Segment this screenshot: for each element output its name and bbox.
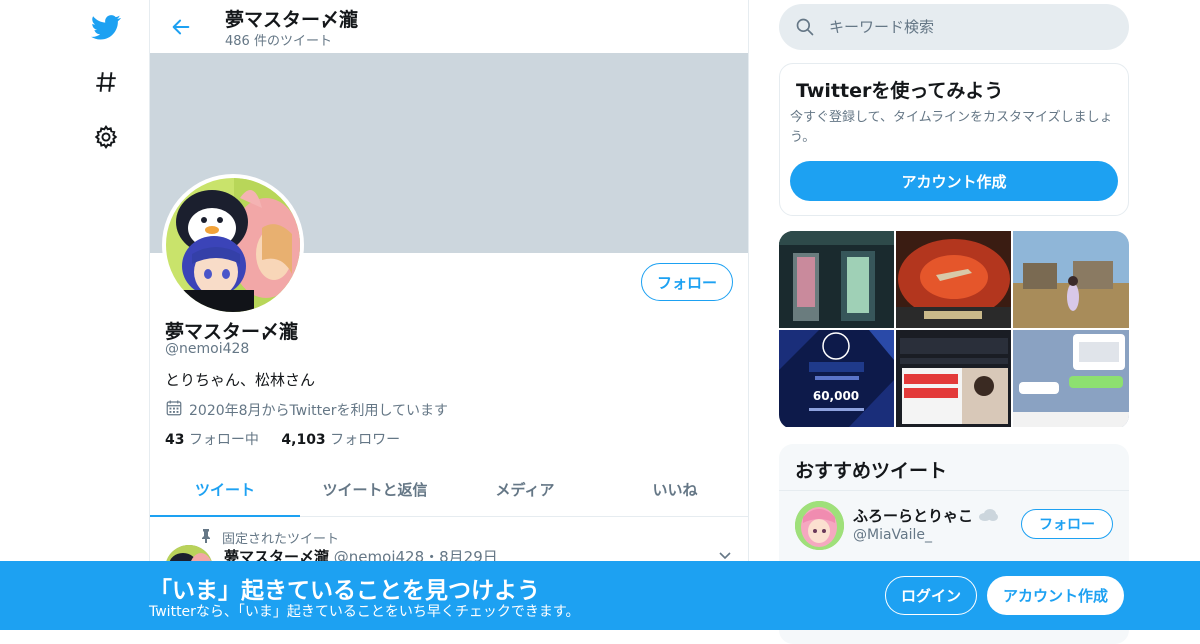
signup-card: Twitterを使ってみよう 今すぐ登録して、タイムラインをカスタマイズしましょ… (779, 63, 1129, 216)
joined-date: 2020年8月からTwitterを利用しています (165, 399, 448, 421)
recommended-avatar[interactable] (795, 501, 844, 550)
search-bar (779, 4, 1129, 50)
recommended-title: おすすめツイート (795, 460, 948, 482)
profile-header: 夢マスター〆瀧 486 件のツイート (150, 0, 748, 53)
back-arrow-icon[interactable] (164, 10, 198, 44)
media-thumb[interactable] (1013, 330, 1129, 427)
recommended-name-text: ふろーらとりゃこ (853, 507, 974, 525)
following-link[interactable]: 43 フォロー中 (165, 432, 259, 448)
tab-likes[interactable]: いいね (600, 462, 748, 516)
search-icon (795, 17, 815, 37)
media-thumb[interactable]: 60,000 (779, 330, 894, 427)
pin-icon (200, 528, 212, 547)
gear-icon[interactable] (78, 112, 134, 162)
profile-handle: @nemoi428 (165, 341, 250, 357)
create-account-button[interactable]: アカウント作成 (790, 161, 1118, 201)
tab-media[interactable]: メディア (450, 462, 600, 516)
recommended-user[interactable]: ふろーらとりゃこ @MiaVaile_ フォロー (779, 490, 1129, 560)
header-title: 夢マスター〆瀧 (225, 9, 359, 31)
tab-tweets-replies[interactable]: ツイートと返信 (300, 462, 450, 516)
right-sidebar: Twitterを使ってみよう 今すぐ登録して、タイムラインをカスタマイズしましょ… (779, 0, 1129, 644)
media-thumb[interactable] (779, 231, 894, 328)
media-thumb[interactable] (896, 231, 1011, 328)
media-thumb[interactable] (896, 330, 1011, 427)
signup-text: 今すぐ登録して、タイムラインをカスタマイズしましょう。 (790, 110, 1113, 145)
profile-bio: とりちゃん、松林さん (165, 371, 316, 389)
search-input[interactable] (829, 18, 1099, 36)
profile-stats: 43 フォロー中 4,103 フォロワー (165, 429, 418, 449)
media-grid: 60,000 (779, 231, 1129, 429)
bottom-bar-title: 「いま」起きていることを見つけよう (149, 578, 540, 604)
main-column: 夢マスター〆瀧 486 件のツイート フォロー 夢マスター〆瀧 @nemoi42… (149, 0, 749, 630)
twitter-bird-icon[interactable] (78, 2, 134, 52)
cloud-icon (978, 507, 999, 525)
pinned-label: 固定されたツイート (200, 528, 339, 547)
left-nav (78, 0, 134, 630)
recommended-name[interactable]: ふろーらとりゃこ (853, 505, 999, 526)
profile-name: 夢マスター〆瀧 (165, 321, 299, 343)
followers-link[interactable]: 4,103 フォロワー (281, 432, 400, 448)
recommended-handle: @MiaVaile_ (853, 527, 933, 543)
profile-avatar[interactable] (162, 174, 304, 316)
bottom-create-account-button[interactable]: アカウント作成 (987, 576, 1124, 615)
profile-tabs: ツイート ツイートと返信 メディア いいね (150, 462, 748, 517)
bottom-signup-bar: 「いま」起きていることを見つけよう Twitterなら、「いま」起きていることを… (0, 561, 1200, 630)
tab-tweets[interactable]: ツイート (150, 462, 300, 517)
media-caption: 60,000 (813, 389, 859, 403)
follow-button[interactable]: フォロー (641, 263, 733, 301)
pinned-text: 固定されたツイート (222, 532, 340, 547)
following-label: フォロー中 (188, 432, 259, 448)
tweet-count: 486 件のツイート (225, 34, 332, 49)
signup-title: Twitterを使ってみよう (796, 80, 1004, 102)
followers-count: 4,103 (281, 432, 326, 448)
followers-label: フォロワー (330, 432, 401, 448)
following-count: 43 (165, 432, 185, 448)
bottom-bar-subtitle: Twitterなら、「いま」起きていることをいち早くチェックできます。 (149, 604, 580, 620)
media-thumb[interactable] (1013, 231, 1129, 328)
login-button[interactable]: ログイン (885, 576, 977, 615)
avatar-image (166, 178, 300, 312)
recommended-follow-button[interactable]: フォロー (1021, 509, 1113, 539)
hashtag-icon[interactable] (78, 57, 134, 107)
joined-text: 2020年8月からTwitterを利用しています (189, 403, 449, 419)
calendar-icon (165, 399, 183, 421)
